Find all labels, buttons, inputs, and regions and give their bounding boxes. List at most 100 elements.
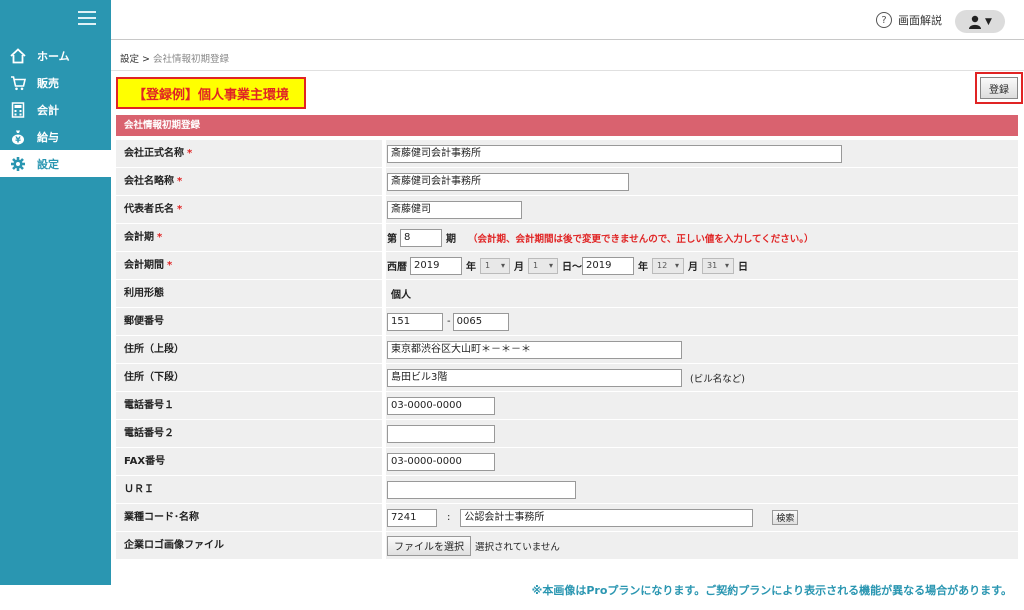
end-month-select[interactable]: 12 ▾ xyxy=(652,257,684,274)
sidebar-item-label: 設定 xyxy=(37,157,59,171)
official-name-input[interactable]: 斎藤健司会計事務所 xyxy=(387,144,842,163)
breadcrumb-current: 会社情報初期登録 xyxy=(153,54,230,65)
era-label: 西暦 xyxy=(387,262,407,273)
sidebar-item-payroll[interactable]: ¥ 給与 xyxy=(0,123,111,150)
short-name-input[interactable]: 斎藤健司会計事務所 xyxy=(387,172,629,191)
form-row-short-name: 会社名略称 * 斎藤健司会計事務所 xyxy=(116,168,1018,195)
field-label: 業種コード･名称 xyxy=(116,504,382,531)
sidebar-item-sales[interactable]: 販売 xyxy=(0,69,111,96)
sidebar-item-settings[interactable]: 設定 xyxy=(0,150,111,177)
field-label: 会計期間 * xyxy=(116,252,382,279)
industry-colon: : xyxy=(447,512,451,523)
field-label: 代表者氏名 * xyxy=(116,196,382,223)
breadcrumb-separator: > xyxy=(142,54,151,65)
field-label: 会計期 * xyxy=(116,224,382,251)
business-type-value: 個人 xyxy=(391,290,411,301)
start-day-select[interactable]: 1 ▾ xyxy=(528,257,558,274)
fiscal-term-input[interactable]: 8 xyxy=(400,228,442,247)
money-bag-icon: ¥ xyxy=(10,129,26,145)
section-header: 会社情報初期登録 xyxy=(116,115,1018,136)
gear-icon xyxy=(10,156,26,172)
month-unit: 月 xyxy=(514,262,524,273)
start-month-select[interactable]: 1 ▾ xyxy=(480,257,510,274)
chevron-down-icon: ▾ xyxy=(674,261,679,270)
fiscal-term-warning: （会計期、会計期間は後で変更できませんので、正しい値を入力してください。） xyxy=(468,233,814,245)
help-icon: ? xyxy=(876,12,892,28)
form-row-official-name: 会社正式名称 * 斎藤健司会計事務所 xyxy=(116,140,1018,167)
sidebar-item-accounting[interactable]: 会計 xyxy=(0,96,111,123)
form-row-industry: 業種コード･名称 7241 : 公認会計士事務所 検索 xyxy=(116,504,1018,531)
start-year-input[interactable]: 2019 xyxy=(410,256,462,275)
choose-file-button[interactable]: ファイルを選択 xyxy=(387,535,471,556)
sidebar-item-label: 会計 xyxy=(37,103,59,117)
chevron-down-icon: ▼ xyxy=(985,16,992,27)
required-mark: * xyxy=(177,176,183,187)
day-range-separator: 日〜 xyxy=(562,262,582,273)
form-row-representative: 代表者氏名 * 斎藤健司 xyxy=(116,196,1018,223)
year-unit: 年 xyxy=(466,262,476,273)
sidebar-item-label: ホーム xyxy=(37,49,70,63)
hamburger-menu-icon[interactable] xyxy=(78,11,96,25)
fiscal-term-prefix: 第 xyxy=(387,234,397,245)
form-row-postal: 郵便番号 151 - 0065 xyxy=(116,308,1018,335)
file-status: 選択されていません xyxy=(475,541,560,553)
address1-input[interactable]: 東京都渋谷区大山町＊－＊－＊ xyxy=(387,340,682,359)
form-row-uri: ＵＲＩ xyxy=(116,476,1018,503)
field-label: 住所（上段） xyxy=(116,336,382,363)
app-root: ホーム 販売 会計 ¥ 給与 設定 ? 画面解説 ▼ 設定 > 会社情報初期登録… xyxy=(0,0,1024,610)
register-button-highlight: 登録 xyxy=(975,72,1023,104)
required-mark: * xyxy=(187,148,193,159)
required-mark: * xyxy=(177,204,183,215)
industry-code-input[interactable]: 7241 xyxy=(387,508,437,527)
register-button[interactable]: 登録 xyxy=(980,77,1018,99)
chevron-down-icon: ▾ xyxy=(500,261,505,270)
postal-second-input[interactable]: 0065 xyxy=(452,312,509,331)
form-row-address2: 住所（下段） 島田ビル3階 (ビル名など) xyxy=(116,364,1018,391)
postal-first-input[interactable]: 151 xyxy=(387,312,443,331)
top-bar: ? 画面解説 ▼ xyxy=(111,0,1024,40)
divider xyxy=(111,70,1024,71)
screen-help-link[interactable]: ? 画面解説 xyxy=(876,12,942,28)
industry-search-button[interactable]: 検索 xyxy=(772,510,799,525)
cart-icon xyxy=(10,75,26,91)
phone2-input[interactable] xyxy=(387,424,495,443)
form-row-logo: 企業ロゴ画像ファイル ファイルを選択 選択されていません xyxy=(116,532,1018,559)
sidebar: ホーム 販売 会計 ¥ 給与 設定 xyxy=(0,0,111,585)
address2-input[interactable]: 島田ビル3階 xyxy=(387,368,682,387)
home-icon xyxy=(10,47,26,64)
postal-dash: - xyxy=(447,316,451,327)
field-label: 郵便番号 xyxy=(116,308,382,335)
field-label: ＵＲＩ xyxy=(116,476,382,503)
year-unit: 年 xyxy=(638,262,648,273)
sidebar-item-home[interactable]: ホーム xyxy=(0,42,111,69)
required-mark: * xyxy=(167,260,173,271)
calculator-icon xyxy=(10,101,26,118)
form-row-fiscal-term: 会計期 * 第 8 期 （会計期、会計期間は後で変更できませんので、正しい値を入力… xyxy=(116,224,1018,251)
user-menu-button[interactable]: ▼ xyxy=(955,10,1005,33)
industry-name-input[interactable]: 公認会計士事務所 xyxy=(460,508,754,527)
form-row-phone2: 電話番号２ xyxy=(116,420,1018,447)
field-label: 利用形態 xyxy=(116,280,382,307)
breadcrumb-parent[interactable]: 設定 xyxy=(120,54,139,65)
representative-input[interactable]: 斎藤健司 xyxy=(387,200,522,219)
field-label: 会社正式名称 * xyxy=(116,140,382,167)
form-row-business-type: 利用形態 個人 xyxy=(116,280,1018,307)
field-label: 企業ロゴ画像ファイル xyxy=(116,532,382,559)
form-row-fiscal-period: 会計期間 * 西暦 2019 年 1 ▾ 月 1 ▾ 日〜 2019 年 12 ▾ 月 … xyxy=(116,252,1018,279)
end-day-select[interactable]: 31 ▾ xyxy=(702,257,734,274)
field-label: 住所（下段） xyxy=(116,364,382,391)
end-year-input[interactable]: 2019 xyxy=(582,256,634,275)
user-icon xyxy=(969,15,982,29)
required-mark: * xyxy=(157,232,163,243)
uri-input[interactable] xyxy=(387,480,576,499)
form-row-fax: FAX番号 03-0000-0000 xyxy=(116,448,1018,475)
fax-input[interactable]: 03-0000-0000 xyxy=(387,452,495,471)
field-label: FAX番号 xyxy=(116,448,382,475)
fiscal-term-suffix: 期 xyxy=(446,234,456,245)
address2-hint: (ビル名など) xyxy=(690,373,745,385)
chevron-down-icon: ▾ xyxy=(724,261,729,270)
field-label: 電話番号２ xyxy=(116,420,382,447)
breadcrumb: 設定 > 会社情報初期登録 xyxy=(120,51,229,65)
svg-text:¥: ¥ xyxy=(15,135,21,144)
phone1-input[interactable]: 03-0000-0000 xyxy=(387,396,495,415)
